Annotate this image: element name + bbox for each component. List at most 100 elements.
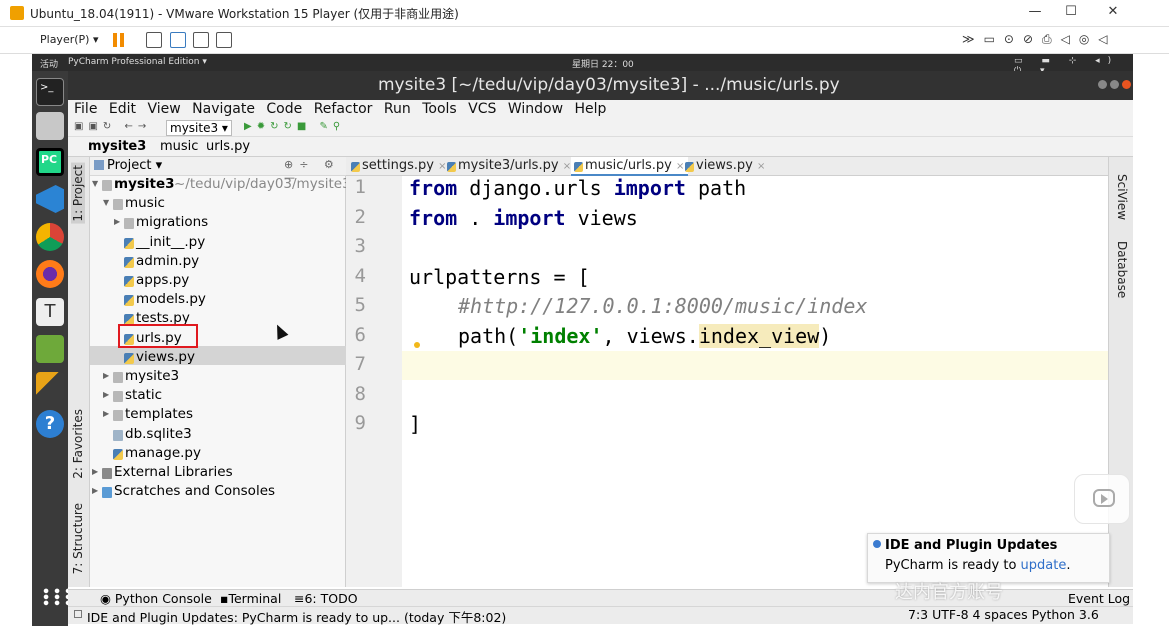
- status-info[interactable]: 7:3 UTF-8 4 spaces Python 3.6: [908, 607, 1099, 622]
- vmware-window-title: Ubuntu_18.04(1911) - VMware Workstation …: [30, 7, 459, 21]
- minimize-window-button[interactable]: [1098, 80, 1107, 89]
- device-icons[interactable]: ≫▭⊙⊘⎙◁◎◁: [962, 32, 1117, 47]
- code-line-2: from . import views: [409, 206, 638, 230]
- firefox-icon[interactable]: [36, 260, 64, 288]
- tree-item[interactable]: db.sqlite3: [90, 426, 346, 445]
- tree-item[interactable]: apps.py: [90, 272, 346, 291]
- tab-settings[interactable]: settings.py ×: [348, 157, 450, 176]
- menu-run[interactable]: Run: [384, 101, 411, 117]
- terminal-tab[interactable]: ▪Terminal: [220, 591, 281, 606]
- unity-icon[interactable]: [216, 32, 232, 48]
- close-window-button[interactable]: [1122, 80, 1131, 89]
- chevron-right-icon[interactable]: ▶: [103, 409, 109, 418]
- tree-item[interactable]: admin.py: [90, 253, 346, 272]
- database-tool-button[interactable]: Database: [1115, 241, 1129, 298]
- tree-item[interactable]: ▶ templates: [90, 406, 346, 425]
- activities-button[interactable]: 活动: [40, 57, 58, 70]
- chevron-right-icon[interactable]: ▶: [103, 390, 109, 399]
- vmware-logo-icon: [10, 6, 24, 20]
- update-notification[interactable]: IDE and Plugin Updates PyCharm is ready …: [867, 533, 1110, 583]
- event-log-tab[interactable]: Event Log: [1068, 591, 1130, 606]
- video-player-icon[interactable]: [1074, 474, 1130, 524]
- pycharm-icon[interactable]: PC: [36, 148, 64, 176]
- tree-item[interactable]: ▶ static: [90, 387, 346, 406]
- project-tool-button[interactable]: 1: Project: [71, 163, 85, 224]
- menu-file[interactable]: File: [74, 101, 97, 117]
- chevron-right-icon[interactable]: ▶: [92, 467, 98, 476]
- tree-item[interactable]: ▼ mysite3 ~/tedu/vip/day03/mysite3: [90, 176, 351, 195]
- menu-window[interactable]: Window: [508, 101, 563, 117]
- terminal-icon[interactable]: >_: [36, 78, 64, 106]
- maximize-window-button[interactable]: [1110, 80, 1119, 89]
- project-view-select[interactable]: Project ▾: [107, 158, 162, 173]
- tree-item[interactable]: ▶ Scratches and Consoles: [90, 483, 346, 502]
- favorites-tool-button[interactable]: 2: Favorites: [71, 409, 85, 479]
- tree-item-label: mysite3: [114, 176, 175, 192]
- breadcrumb-project[interactable]: mysite3: [88, 139, 146, 154]
- toolbar-file-icons[interactable]: ▣▣↻ ←→: [74, 121, 151, 132]
- update-link[interactable]: update: [1021, 558, 1067, 573]
- menu-edit[interactable]: Edit: [109, 101, 136, 117]
- player-menu-button[interactable]: Player(P) ▾: [40, 33, 98, 46]
- chevron-down-icon[interactable]: ▼: [92, 179, 98, 188]
- python-console-tab[interactable]: ◉ Python Console: [100, 591, 212, 606]
- menu-help[interactable]: Help: [575, 101, 607, 117]
- breadcrumb-file[interactable]: urls.py: [206, 139, 250, 154]
- code-line-9: ]: [409, 412, 422, 436]
- tree-item[interactable]: ▶ External Libraries: [90, 464, 346, 483]
- chevron-right-icon[interactable]: ▶: [103, 371, 109, 380]
- tree-item[interactable]: ▶ migrations: [90, 214, 346, 233]
- tree-item[interactable]: __init__.py: [90, 234, 346, 253]
- sciview-tool-button[interactable]: SciView: [1115, 174, 1129, 220]
- clock[interactable]: 星期日 22：00: [572, 57, 634, 70]
- line-number: 7: [354, 353, 366, 375]
- menu-tools[interactable]: Tools: [422, 101, 457, 117]
- tree-item-label: db.sqlite3: [125, 425, 192, 442]
- tab-views[interactable]: views.py ×: [682, 157, 769, 176]
- tab-mysite3-urls[interactable]: mysite3/urls.py ×: [444, 157, 575, 176]
- folder-icon: [113, 410, 123, 422]
- send-ctrl-alt-del-icon[interactable]: [146, 32, 162, 48]
- menu-vcs[interactable]: VCS: [468, 101, 496, 117]
- help-icon[interactable]: ?: [36, 410, 64, 438]
- tree-item[interactable]: ▼ music: [90, 195, 346, 214]
- run-config-select[interactable]: mysite3 ▾: [166, 120, 232, 136]
- line-number: 4: [354, 265, 366, 287]
- tab-music-urls[interactable]: music/urls.py ×: [571, 157, 689, 176]
- text-editor-icon[interactable]: T: [36, 298, 64, 326]
- tree-item[interactable]: ▶ mysite3: [90, 368, 346, 387]
- todo-tab[interactable]: ≡6: TODO: [294, 591, 358, 606]
- files-icon[interactable]: [36, 112, 64, 140]
- line-number: 8: [354, 383, 366, 405]
- app-menu[interactable]: PyCharm Professional Edition ▾: [68, 57, 207, 67]
- minimize-button[interactable]: —: [1020, 4, 1050, 22]
- tree-item[interactable]: manage.py: [90, 445, 346, 464]
- code-editor[interactable]: from django.urls import path from . impo…: [402, 176, 1108, 587]
- line-number-gutter: 1 2 3 4 5 6 7 8 9: [346, 176, 420, 587]
- run-icons[interactable]: ▶✹↻↻■ ✎⚲: [244, 121, 345, 132]
- tool-windows-icon[interactable]: [74, 610, 82, 618]
- removable-devices-icon[interactable]: [170, 32, 186, 48]
- menu-code[interactable]: Code: [266, 101, 302, 117]
- code-line-4: urlpatterns = [: [409, 265, 590, 289]
- tree-item[interactable]: models.py: [90, 291, 346, 310]
- maximize-button[interactable]: ☐: [1056, 4, 1086, 22]
- menu-navigate[interactable]: Navigate: [192, 101, 255, 117]
- pause-icon[interactable]: [113, 33, 117, 47]
- menu-refactor[interactable]: Refactor: [314, 101, 373, 117]
- books-icon[interactable]: [36, 335, 64, 363]
- vscode-icon[interactable]: [36, 185, 64, 213]
- chevron-right-icon[interactable]: ▶: [114, 217, 120, 226]
- paint-icon[interactable]: [36, 372, 64, 400]
- fullscreen-icon[interactable]: [193, 32, 209, 48]
- status-message[interactable]: IDE and Plugin Updates: PyCharm is ready…: [87, 607, 506, 626]
- close-button[interactable]: ✕: [1098, 4, 1128, 22]
- chevron-down-icon[interactable]: ▼: [103, 198, 109, 207]
- tree-item[interactable]: views.py: [90, 349, 346, 368]
- ubuntu-dock: >_ PC T ? ∙∙∙ ∙∙∙ ∙∙∙: [32, 71, 73, 626]
- chrome-icon[interactable]: [36, 223, 64, 251]
- chevron-right-icon[interactable]: ▶: [92, 486, 98, 495]
- structure-tool-button[interactable]: 7: Structure: [71, 503, 85, 574]
- menu-view[interactable]: View: [147, 101, 180, 117]
- breadcrumb-folder[interactable]: music: [160, 139, 198, 154]
